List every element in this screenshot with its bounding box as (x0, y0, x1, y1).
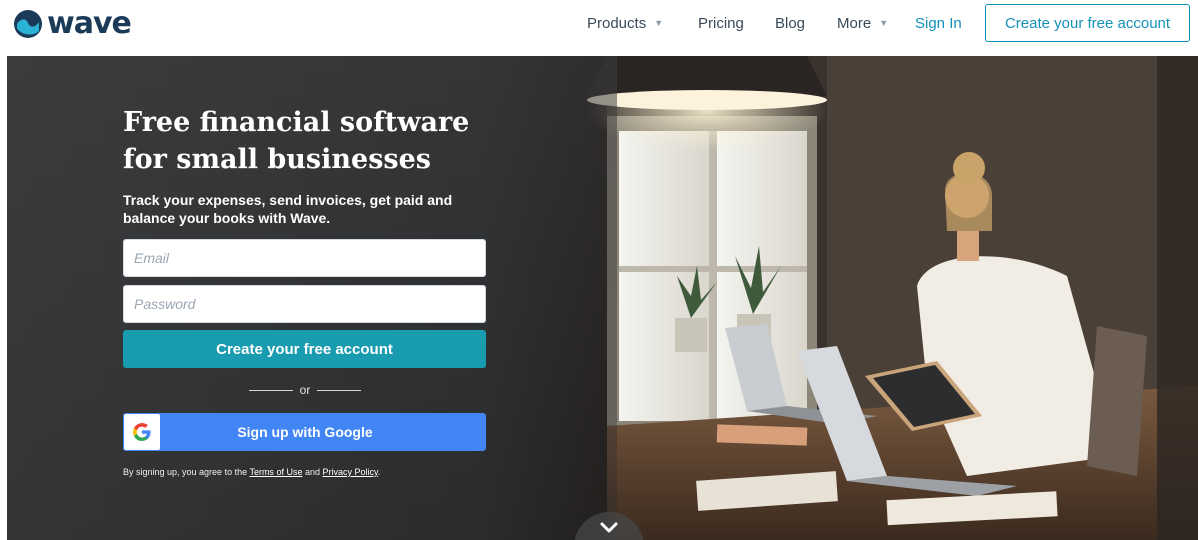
or-divider: or (249, 383, 362, 397)
divider-line (249, 389, 293, 391)
nav-pricing[interactable]: Pricing (698, 0, 744, 46)
wave-logo-icon (14, 10, 42, 38)
google-g-icon (133, 423, 151, 441)
nav-pricing-label: Pricing (698, 14, 744, 32)
or-label: or (299, 383, 311, 397)
password-field[interactable] (123, 285, 486, 323)
google-signup-label: Sign up with Google (237, 424, 373, 440)
chevron-down-icon (600, 522, 618, 533)
privacy-policy-link[interactable]: Privacy Policy (323, 467, 378, 477)
caret-down-icon: ▼ (879, 18, 889, 28)
wave-logo-text: wave (47, 6, 132, 41)
hero-section: Free financial software for small busine… (7, 56, 1198, 540)
top-nav: wave Products ▼ Pricing Blog More ▼ Sign… (0, 0, 1198, 56)
terms-of-use-link[interactable]: Terms of Use (249, 467, 302, 477)
nav-products[interactable]: Products ▼ (587, 0, 663, 46)
terms-suffix: . (377, 467, 381, 477)
terms-prefix: By signing up, you agree to the (123, 467, 248, 477)
nav-more[interactable]: More ▼ (837, 0, 888, 46)
create-account-button[interactable]: Create your free account (123, 330, 486, 368)
terms-notice: By signing up, you agree to the Terms of… (123, 467, 380, 477)
terms-and: and (304, 467, 320, 477)
create-account-nav-button[interactable]: Create your free account (985, 4, 1190, 42)
nav-blog-label: Blog (775, 14, 806, 32)
hero-title: Free financial software for small busine… (123, 104, 543, 178)
nav-products-label: Products (587, 14, 647, 32)
caret-down-icon: ▼ (654, 18, 664, 28)
nav-blog[interactable]: Blog (775, 0, 805, 46)
email-field[interactable] (123, 239, 486, 277)
google-icon-box (124, 414, 160, 450)
hero-title-line1: Free financial software (123, 107, 470, 138)
sign-in-link[interactable]: Sign In (915, 0, 962, 46)
hero-title-line2: for small businesses (123, 144, 431, 175)
nav-more-label: More (837, 14, 872, 32)
hero-subtitle: Track your expenses, send invoices, get … (123, 192, 453, 226)
wave-logo[interactable]: wave (13, 6, 132, 41)
divider-line (317, 389, 362, 391)
google-signup-button[interactable]: Sign up with Google (123, 413, 486, 451)
